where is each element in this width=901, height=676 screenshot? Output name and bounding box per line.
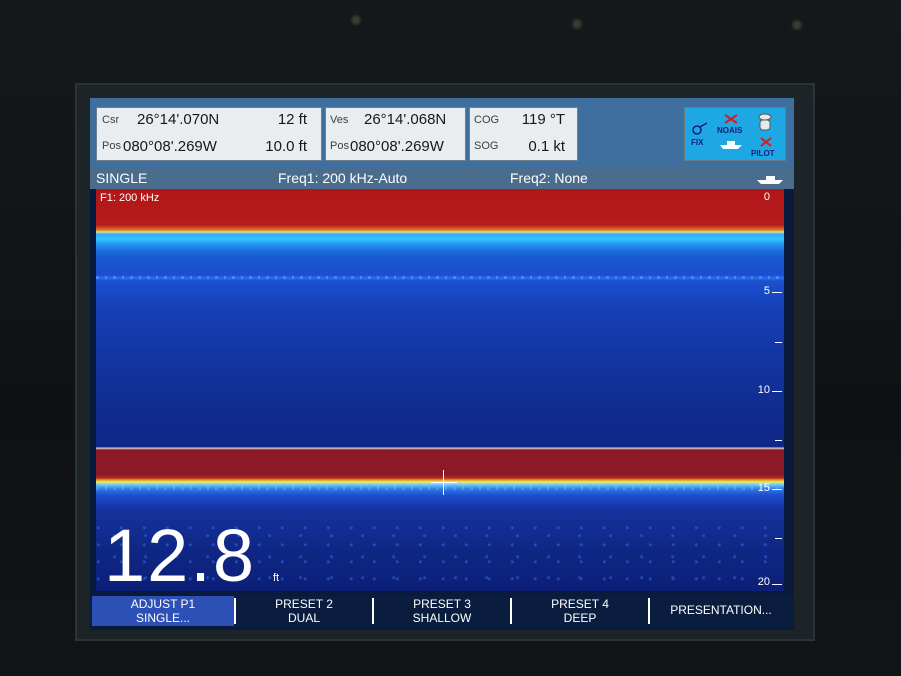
cursor-crosshair[interactable] [431, 482, 457, 483]
softkey-adjust-p1[interactable]: ADJUST P1 SINGLE... [92, 596, 234, 626]
depth-scale-label: 15 [757, 482, 770, 494]
fix-label: FIX [691, 138, 704, 147]
softkey-line2: SINGLE... [135, 611, 191, 625]
databox-cursor[interactable]: Csr 26°14'.070N 12 ft Pos 080°08'.269W 1… [96, 107, 322, 161]
bezel-screw [791, 19, 803, 31]
softkey-line1: PRESET 3 [413, 597, 471, 611]
noais-label: NOAIS [717, 126, 743, 135]
vessel-longitude: 080°08'.269W [350, 138, 444, 155]
cursor-range: 12 ft [277, 111, 307, 128]
freq1-label: Freq1: 200 kHz-Auto [278, 170, 408, 186]
vessel-label: Ves [330, 114, 349, 126]
depth-scale-label: 0 [763, 191, 770, 203]
mode-bar: SINGLE Freq1: 200 kHz-Auto Freq2: None [90, 168, 794, 189]
cursor-pos-label: Pos [102, 140, 121, 152]
bottom-echo-texture [96, 485, 784, 490]
depth-tick [775, 440, 782, 441]
softkey-preset-2[interactable]: PRESET 2 DUAL [236, 596, 372, 626]
vessel-icon [757, 176, 783, 184]
softkey-line1: PRESET 2 [275, 597, 333, 611]
sog-label: SOG [474, 140, 499, 152]
depth-tick [775, 538, 782, 539]
display-screen: Csr 26°14'.070N 12 ft Pos 080°08'.269W 1… [90, 98, 794, 630]
softkey-preset-4[interactable]: PRESET 4 DEEP [512, 596, 648, 626]
depth-tick [772, 292, 782, 293]
gps-fix-icon [692, 122, 708, 135]
sog-value: 0.1 kt [528, 138, 565, 155]
cursor-crosshair-vertical[interactable] [443, 470, 444, 495]
ais-off-icon [724, 114, 738, 124]
boat-icon [720, 141, 742, 149]
cursor-depth: 10.0 ft [265, 138, 307, 155]
vessel-latitude: 26°14'.068N [364, 111, 447, 128]
depth-scale-label: 5 [763, 285, 770, 297]
softkey-presentation[interactable]: PRESENTATION... [650, 596, 792, 626]
surface-clutter [96, 276, 784, 279]
depth-unit: ft [273, 572, 280, 584]
softkey-line2: DUAL [287, 611, 320, 625]
softkey-line2: SHALLOW [412, 611, 472, 625]
freq2-label: Freq2: None [510, 170, 588, 186]
depth-readout: 12.8 [104, 514, 257, 597]
softkey-line1: ADJUST P1 [130, 597, 196, 611]
vessel-pos-label: Pos [330, 140, 349, 152]
softkey-line2: DEEP [563, 611, 597, 625]
databox-strip: Csr 26°14'.070N 12 ft Pos 080°08'.269W 1… [90, 98, 794, 168]
depth-tick [772, 391, 782, 392]
softkey-line1: PRESENTATION... [670, 603, 772, 617]
pilot-off-icon [760, 137, 772, 147]
depth-tick [772, 489, 782, 490]
bezel-screw [350, 14, 362, 26]
softkey-bar: ADJUST P1 SINGLE... PRESET 2 DUAL PRESET… [90, 596, 794, 626]
storage-card-icon [758, 113, 772, 131]
mode-name: SINGLE [96, 170, 148, 186]
databox-cog-sog[interactable]: COG 119 °T SOG 0.1 kt [469, 107, 578, 161]
depth-scale-label: 20 [757, 576, 770, 588]
status-icons[interactable]: FIX NOAIS PILOT [684, 107, 786, 161]
cursor-longitude: 080°08'.269W [123, 138, 217, 155]
bezel-screw [571, 18, 583, 30]
depth-tick [775, 342, 782, 343]
cog-value: 119 °T [521, 111, 565, 128]
depth-tick [772, 584, 782, 585]
softkey-line1: PRESET 4 [551, 597, 609, 611]
cog-label: COG [474, 114, 500, 126]
cursor-label: Csr [102, 114, 120, 126]
channel-label: F1: 200 kHz [100, 192, 160, 204]
pilot-label: PILOT [751, 149, 775, 158]
databox-vessel[interactable]: Ves 26°14'.068N Pos 080°08'.269W [325, 107, 466, 161]
depth-scale-label: 10 [757, 384, 770, 396]
cursor-latitude: 26°14'.070N [137, 111, 220, 128]
softkey-preset-3[interactable]: PRESET 3 SHALLOW [374, 596, 510, 626]
